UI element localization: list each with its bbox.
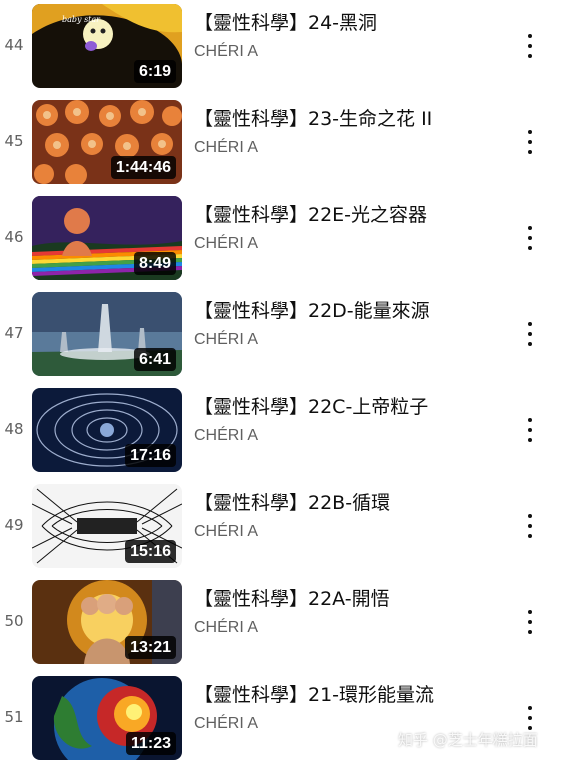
playlist-item[interactable]: 50 13:21 【靈性科學】22A-開悟 CHÉRI A: [0, 576, 565, 672]
channel-name[interactable]: CHÉRI A: [194, 331, 258, 349]
video-title[interactable]: 【靈性科學】24-黑洞: [194, 8, 377, 35]
channel-name[interactable]: CHÉRI A: [194, 139, 258, 157]
video-title[interactable]: 【靈性科學】21-環形能量流: [194, 680, 434, 707]
video-thumbnail[interactable]: 11:23: [32, 676, 182, 760]
video-thumbnail[interactable]: 13:21: [32, 580, 182, 664]
more-options-button[interactable]: [520, 321, 540, 347]
video-thumbnail[interactable]: 1:44:46: [32, 100, 182, 184]
item-index: 46: [4, 228, 24, 246]
more-options-button[interactable]: [520, 129, 540, 155]
more-options-button[interactable]: [520, 417, 540, 443]
video-duration: 1:44:46: [110, 156, 176, 179]
item-index: 49: [4, 516, 24, 534]
channel-name[interactable]: CHÉRI A: [194, 43, 258, 61]
video-duration: 6:41: [133, 348, 176, 371]
item-index: 45: [4, 132, 24, 150]
item-index: 51: [4, 708, 24, 726]
video-title[interactable]: 【靈性科學】23-生命之花 II: [194, 104, 432, 131]
video-title[interactable]: 【靈性科學】22E-光之容器: [194, 200, 427, 227]
svg-text:baby star: baby star: [62, 15, 101, 24]
video-title[interactable]: 【靈性科學】22D-能量來源: [194, 296, 430, 323]
playlist-item[interactable]: 51 11:23 【靈性科學】21-環形能量流 CHÉRI A: [0, 672, 565, 768]
more-options-button[interactable]: [520, 705, 540, 731]
playlist-item[interactable]: 45 1:44:46 【靈性科學】23-生命之花 II CHÉRI A: [0, 96, 565, 192]
more-options-button[interactable]: [520, 513, 540, 539]
video-thumbnail[interactable]: 15:16: [32, 484, 182, 568]
more-options-button[interactable]: [520, 609, 540, 635]
video-duration: 11:23: [125, 732, 176, 755]
video-title[interactable]: 【靈性科學】22B-循環: [194, 488, 390, 515]
video-title[interactable]: 【靈性科學】22A-開悟: [194, 584, 390, 611]
video-duration: 17:16: [125, 444, 176, 467]
item-index: 47: [4, 324, 24, 342]
playlist-item[interactable]: 47 6:41 【靈性科學】22D-能量來源 CHÉRI A: [0, 288, 565, 384]
playlist-item[interactable]: 46 8:49 【靈性科學】22E-光之容器 CHÉRI A: [0, 192, 565, 288]
video-thumbnail[interactable]: 8:49: [32, 196, 182, 280]
item-index: 50: [4, 612, 24, 630]
channel-name[interactable]: CHÉRI A: [194, 427, 258, 445]
video-duration: 13:21: [125, 636, 176, 659]
more-options-button[interactable]: [520, 225, 540, 251]
item-index: 48: [4, 420, 24, 438]
channel-name[interactable]: CHÉRI A: [194, 523, 258, 541]
playlist-item[interactable]: 48 17:16 【靈性科學】22C-上帝粒子 CHÉRI A: [0, 384, 565, 480]
playlist-item[interactable]: 44 baby star 6:19 【靈性科學】24-黑洞 CHÉRI A: [0, 0, 565, 96]
video-duration: 15:16: [125, 540, 176, 563]
channel-name[interactable]: CHÉRI A: [194, 235, 258, 253]
video-duration: 6:19: [133, 60, 176, 83]
item-index: 44: [4, 36, 24, 54]
video-thumbnail[interactable]: 17:16: [32, 388, 182, 472]
video-title[interactable]: 【靈性科學】22C-上帝粒子: [194, 392, 428, 419]
watermark: 知乎 @芝士年糕拉面: [398, 731, 538, 749]
more-options-button[interactable]: [520, 33, 540, 59]
channel-name[interactable]: CHÉRI A: [194, 619, 258, 637]
playlist-item[interactable]: 49 15:16 【靈性科學】22B-循環 CHÉRI A: [0, 480, 565, 576]
video-duration: 8:49: [133, 252, 176, 275]
video-thumbnail[interactable]: 6:41: [32, 292, 182, 376]
video-thumbnail[interactable]: baby star 6:19: [32, 4, 182, 88]
channel-name[interactable]: CHÉRI A: [194, 715, 258, 733]
